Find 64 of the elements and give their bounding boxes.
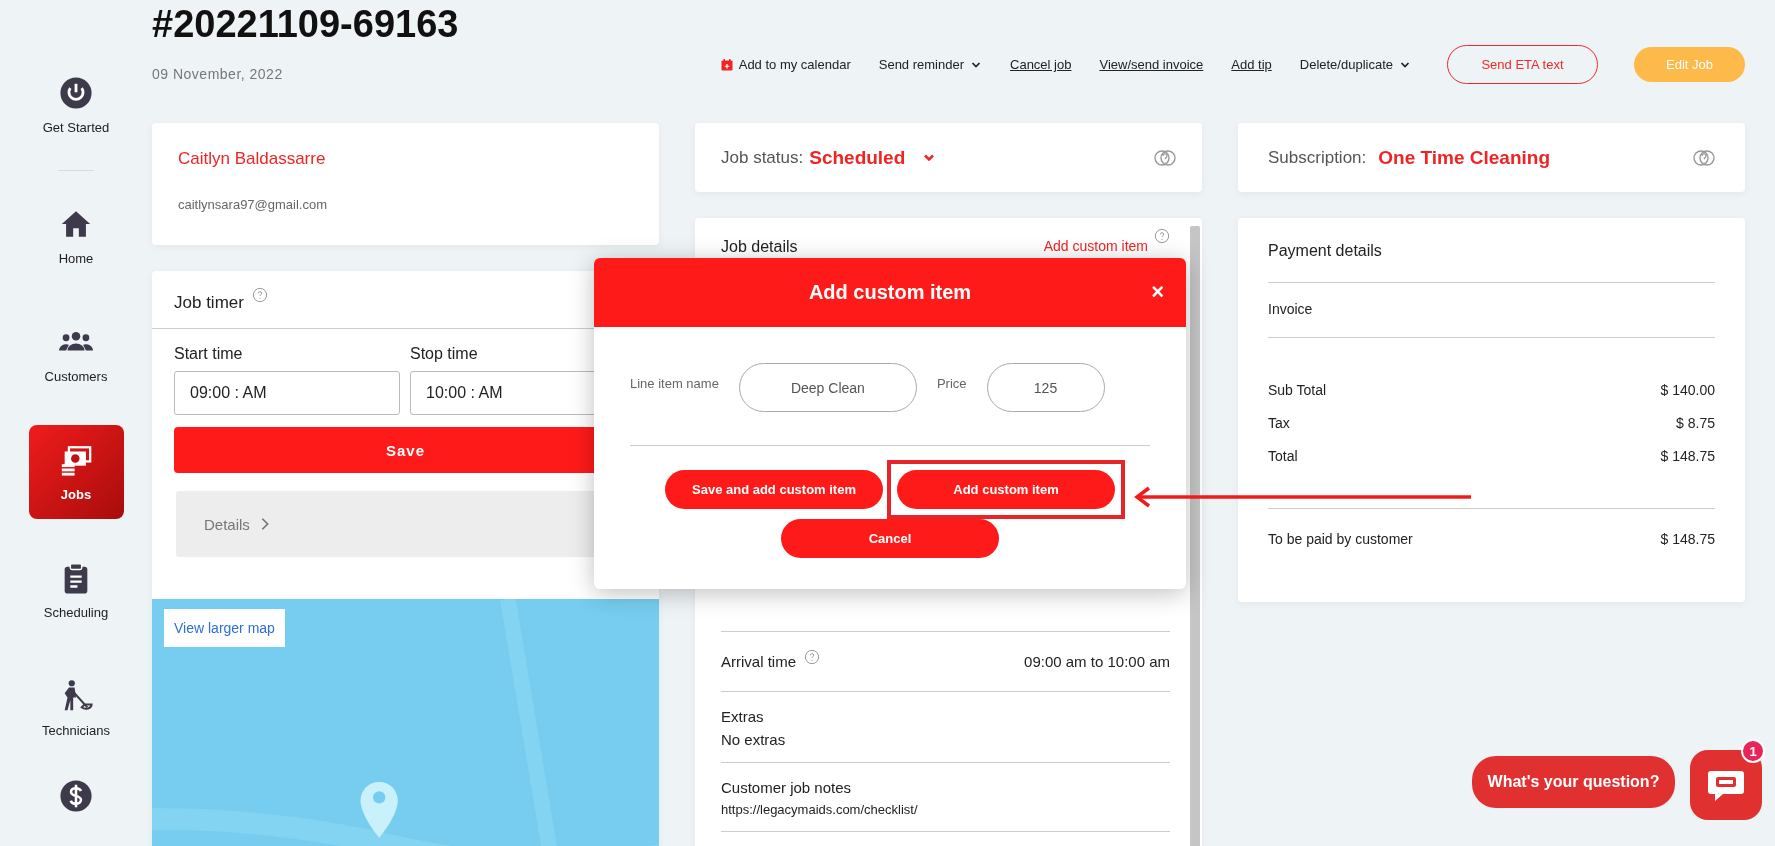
row-label: Arrival time — [721, 653, 796, 670]
customer-name: Caitlyn Baldassarre — [178, 149, 327, 169]
input-field[interactable]: 125 — [986, 363, 1105, 412]
field-label: Start time — [174, 345, 244, 363]
row-value: 09:00 am to 10:00 am — [1024, 653, 1170, 670]
subscription-label: Subscription: — [1268, 147, 1367, 168]
calendar-icon — [720, 58, 733, 71]
action-link[interactable]: Cancel job — [1010, 57, 1072, 72]
line-amount: $ 148.75 — [1660, 531, 1715, 547]
dropdown-button[interactable]: Delete/duplicate — [1299, 57, 1411, 72]
chat-prompt[interactable]: What's your question? — [1472, 756, 1675, 808]
caret-icon — [923, 152, 936, 163]
modal-button[interactable]: Add custom item — [897, 470, 1115, 509]
chevron-icon — [259, 517, 270, 531]
chat-icon — [1707, 768, 1745, 802]
field-label: Price — [936, 376, 967, 391]
modal-title: Add custom item — [808, 281, 972, 304]
close-button[interactable]: × — [1149, 280, 1166, 304]
line-label: Sub Total — [1268, 382, 1327, 398]
power-icon — [59, 75, 93, 110]
help-icon — [1154, 228, 1170, 244]
modal-button[interactable]: Save and add custom item — [665, 470, 883, 509]
subscription-value: One Time Cleaning — [1378, 146, 1551, 169]
calendar-button[interactable]: Add to my calendar — [720, 57, 851, 72]
job-number: #20221109-69163 — [152, 2, 459, 46]
line-label: Total — [1268, 448, 1298, 464]
card-title: Job details — [721, 238, 798, 256]
line-label: Tax — [1268, 415, 1290, 431]
dollar-icon — [59, 779, 93, 813]
action-link[interactable]: View/send invoice — [1099, 57, 1204, 72]
customer-email: caitlynsara97@gmail.com — [178, 197, 329, 212]
status-value: Scheduled — [809, 146, 906, 169]
card-title: Payment details — [1268, 236, 1715, 283]
row-value: https://legacymaids.com/checklist/ — [721, 802, 919, 817]
help-icon — [1154, 147, 1176, 168]
input-field[interactable]: Deep Clean — [738, 363, 917, 412]
scrollbar[interactable] — [1190, 226, 1200, 846]
field-label: Stop time — [410, 345, 479, 363]
add-item-link[interactable]: Add custom item — [1043, 238, 1148, 254]
line-label: To be paid by customer — [1268, 531, 1413, 547]
card-title: Job timer — [174, 293, 244, 313]
line-amount: $ 140.00 — [1660, 382, 1715, 398]
line-amount: $ 8.75 — [1676, 415, 1715, 431]
help-icon — [251, 287, 268, 303]
job-date: 09 November, 2022 — [152, 66, 284, 82]
modal-button[interactable]: Cancel — [781, 519, 999, 558]
notification-badge: 1 — [1741, 739, 1765, 763]
row-label: Extras — [721, 708, 764, 725]
row-label: Customer job notes — [721, 779, 852, 796]
map-link[interactable]: View larger map — [164, 609, 285, 647]
nav-item[interactable]: Scheduling — [28, 543, 124, 637]
nav-item[interactable]: Get Started — [28, 58, 124, 152]
nav-item[interactable]: Customers — [28, 307, 124, 401]
nav-item[interactable]: Technicians — [28, 661, 124, 755]
line-amount: $ 148.75 — [1660, 448, 1715, 464]
invoice-label: Invoice — [1268, 283, 1715, 338]
nav-item[interactable]: Home — [28, 189, 124, 283]
status-label: Job status: — [721, 147, 804, 168]
action-link[interactable]: Add tip — [1231, 57, 1272, 72]
row-value: No extras — [721, 731, 787, 748]
nav-item[interactable]: Jobs — [28, 425, 124, 519]
time-field[interactable]: 09:00 : AM — [174, 371, 400, 415]
help-icon — [1693, 147, 1715, 168]
dropdown-button[interactable]: Send reminder — [878, 57, 982, 72]
